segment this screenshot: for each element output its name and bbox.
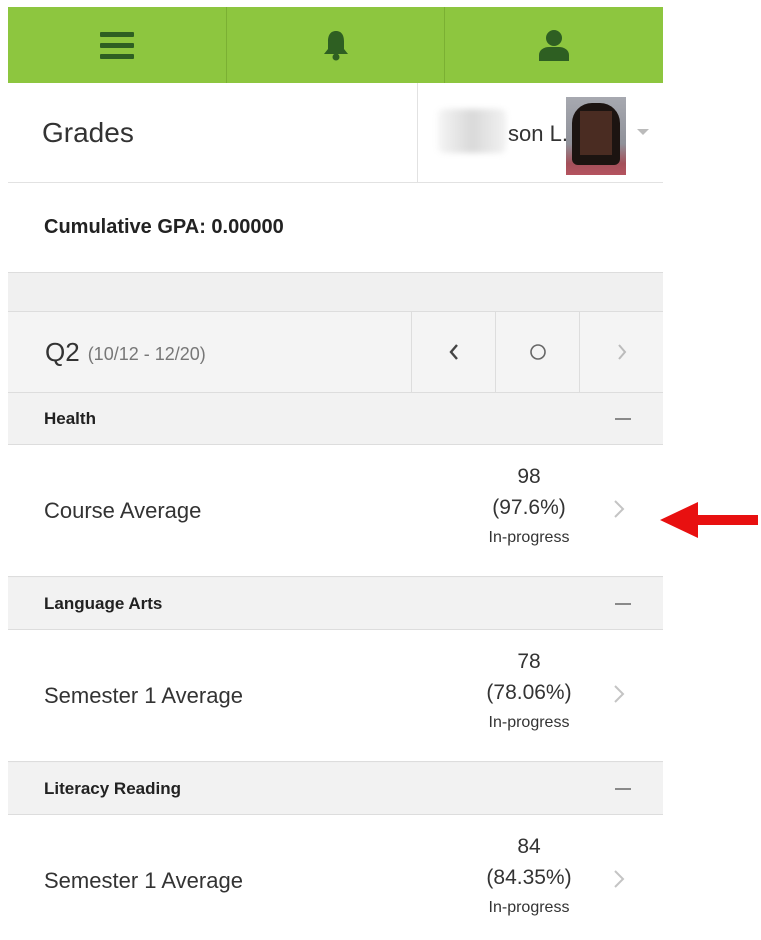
grade-value: 98 (97.6%) In-progress xyxy=(469,463,589,551)
student-name: son L. xyxy=(508,121,568,146)
section-title: Health xyxy=(44,408,96,428)
grade-score: 98 xyxy=(517,465,541,488)
cumulative-gpa: Cumulative GPA: 0.00000 xyxy=(8,183,663,273)
top-nav xyxy=(8,7,663,83)
previous-term-button[interactable] xyxy=(411,312,495,392)
section-literacy-reading: Literacy Reading xyxy=(8,763,663,815)
section-title: Language Arts xyxy=(44,593,163,613)
grade-row[interactable]: Semester 1 Average 78 (78.06%) In-progre… xyxy=(8,630,663,762)
grade-status: In-progress xyxy=(488,899,570,916)
bell-icon xyxy=(323,31,348,61)
current-term-button[interactable] xyxy=(495,312,579,392)
grade-score: 78 xyxy=(517,650,541,673)
term-name: Q2 xyxy=(45,336,80,367)
grade-row[interactable]: Semester 1 Average 84 (84.35%) In-progre… xyxy=(8,815,663,940)
grade-status: In-progress xyxy=(488,714,570,731)
grade-value: 84 (84.35%) In-progress xyxy=(469,833,589,921)
row-label: Course Average xyxy=(44,498,202,523)
grade-row[interactable]: Course Average 98 (97.6%) In-progress xyxy=(8,445,663,577)
student-switcher[interactable]: son L. xyxy=(417,83,663,182)
term-label: Q2 (10/12 - 12/20) xyxy=(8,312,411,392)
grades-app: Grades son L. Cumulative GPA: 0.00000 Q2… xyxy=(8,7,663,940)
section-language-arts: Language Arts xyxy=(8,578,663,630)
menu-button[interactable] xyxy=(8,7,227,83)
chevron-right-icon xyxy=(614,500,625,518)
page-title: Grades xyxy=(42,116,134,148)
grade-score: 84 xyxy=(517,835,541,858)
collapse-icon[interactable] xyxy=(615,603,631,605)
account-button[interactable] xyxy=(445,7,663,83)
section-title: Literacy Reading xyxy=(44,778,181,798)
collapse-icon[interactable] xyxy=(615,418,631,420)
user-icon xyxy=(539,30,570,61)
chevron-left-icon xyxy=(448,344,458,360)
row-label: Semester 1 Average xyxy=(44,683,243,708)
grade-status: In-progress xyxy=(488,529,570,546)
annotation-arrow-icon xyxy=(660,502,758,538)
grade-percent: (97.6%) xyxy=(492,496,566,519)
redacted-name xyxy=(438,109,506,153)
menu-icon xyxy=(99,32,134,59)
chevron-down-icon xyxy=(637,129,649,135)
chevron-right-icon xyxy=(617,344,626,360)
circle-icon xyxy=(529,344,546,360)
row-label: Semester 1 Average xyxy=(44,868,243,893)
avatar xyxy=(566,97,626,175)
page-header: Grades son L. xyxy=(8,83,663,183)
section-health: Health xyxy=(8,393,663,445)
chevron-right-icon xyxy=(614,685,625,703)
term-selector: Q2 (10/12 - 12/20) xyxy=(8,311,663,393)
collapse-icon[interactable] xyxy=(615,788,631,790)
chevron-right-icon xyxy=(614,870,625,888)
term-dates: (10/12 - 12/20) xyxy=(87,343,206,364)
next-term-button[interactable] xyxy=(579,312,663,392)
grade-value: 78 (78.06%) In-progress xyxy=(469,648,589,736)
avatar-face-redacted xyxy=(580,111,612,155)
grade-percent: (78.06%) xyxy=(486,681,572,704)
notifications-button[interactable] xyxy=(227,7,446,83)
grade-percent: (84.35%) xyxy=(486,866,572,889)
